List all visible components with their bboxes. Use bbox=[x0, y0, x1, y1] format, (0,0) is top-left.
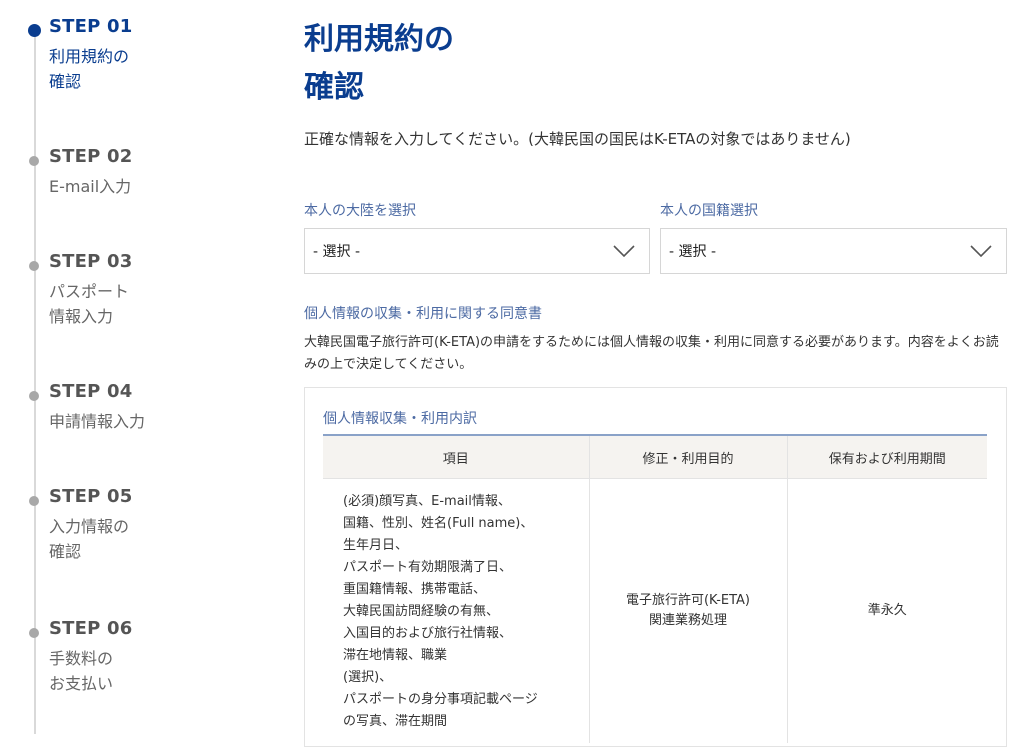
table-header-row: 項目 修正・利用目的 保有および利用期間 bbox=[323, 435, 987, 479]
step-title-line: お支払い bbox=[49, 674, 114, 693]
period-cell: 準永久 bbox=[867, 603, 907, 618]
item-line: 入国目的および旅行社情報、 bbox=[343, 626, 513, 641]
item-line: 重国籍情報、携帯電話、 bbox=[343, 582, 487, 597]
page-title-line: 確認 bbox=[304, 70, 364, 105]
item-line: (必須)顔写真、E-mail情報、 bbox=[343, 494, 511, 509]
page-title: 利用規約の 確認 bbox=[304, 16, 454, 112]
step-title: 手数料の お支払い bbox=[49, 646, 259, 696]
step-title: 利用規約の 確認 bbox=[49, 44, 259, 94]
consent-box-title: 個人情報収集・利用内訳 bbox=[323, 411, 477, 427]
step-number: STEP 04 bbox=[49, 381, 133, 402]
item-line: 生年月日、 bbox=[343, 538, 409, 553]
continent-label: 本人の大陸を選択 bbox=[304, 203, 416, 219]
page-description: 正確な情報を入力してください。(大韓民国の国民はK-ETAの対象ではありません) bbox=[304, 130, 851, 148]
header-period: 保有および利用期間 bbox=[787, 435, 987, 479]
consent-description: 大韓民国電子旅行許可(K-ETA)の申請をするためには個人情報の収集・利用に同意… bbox=[304, 335, 999, 372]
item-line: 滞在地情報、職業 bbox=[343, 648, 448, 663]
page-title-line: 利用規約の bbox=[304, 22, 454, 57]
step-dot-icon bbox=[29, 628, 39, 638]
chevron-down-icon bbox=[613, 245, 635, 257]
step-number: STEP 05 bbox=[49, 486, 133, 507]
step-title-line: 入力情報の bbox=[49, 517, 130, 536]
step-dot-icon bbox=[28, 24, 41, 37]
table-row: (必須)顔写真、E-mail情報、 国籍、性別、姓名(Full name)、 生… bbox=[323, 478, 987, 743]
item-line: 国籍、性別、姓名(Full name)、 bbox=[343, 516, 534, 531]
step-title-line: 情報入力 bbox=[49, 307, 114, 326]
item-line: の写真、滞在期間 bbox=[343, 714, 448, 729]
step-title: パスポート 情報入力 bbox=[49, 279, 259, 329]
nationality-select-value: - 選択 - bbox=[669, 244, 717, 260]
step-sidebar: STEP 01 利用規約の 確認 STEP 02 E-mail入力 STEP 0… bbox=[0, 0, 270, 734]
step-number: STEP 01 bbox=[49, 16, 133, 37]
step-title-line: 確認 bbox=[49, 542, 82, 561]
step-title-line: パスポート bbox=[49, 282, 130, 301]
item-line: パスポート有効期限満了日、 bbox=[343, 560, 513, 575]
step-dot-icon bbox=[29, 261, 39, 271]
step-title-line: 手数料の bbox=[49, 649, 114, 668]
consent-detail-box[interactable]: 個人情報収集・利用内訳 項目 修正・利用目的 保有および利用期間 (必須)顔写真… bbox=[304, 387, 1007, 747]
item-line: (選択)、 bbox=[343, 670, 393, 685]
nationality-label: 本人の国籍選択 bbox=[660, 203, 758, 219]
step-title: 申請情報入力 bbox=[49, 409, 259, 434]
consent-table: 項目 修正・利用目的 保有および利用期間 (必須)顔写真、E-mail情報、 国… bbox=[323, 434, 987, 743]
step-number: STEP 03 bbox=[49, 251, 133, 272]
nationality-select[interactable]: - 選択 - bbox=[660, 228, 1007, 274]
continent-select-value: - 選択 - bbox=[313, 244, 361, 260]
step-title-line: 利用規約の bbox=[49, 47, 130, 66]
step-title-line: 確認 bbox=[49, 72, 82, 91]
item-line: パスポートの身分事項記載ページ bbox=[343, 692, 538, 707]
header-items: 項目 bbox=[323, 435, 590, 479]
item-line: 大韓民国訪問経験の有無、 bbox=[343, 604, 500, 619]
consent-section-title: 個人情報の収集・利用に関する同意書 bbox=[304, 306, 542, 322]
header-purpose: 修正・利用目的 bbox=[589, 435, 788, 479]
step-title-line: 申請情報入力 bbox=[49, 412, 146, 431]
purpose-cell: 電子旅行許可(K-ETA) 関連業務処理 bbox=[589, 478, 788, 743]
continent-select[interactable]: - 選択 - bbox=[304, 228, 650, 274]
step-number: STEP 06 bbox=[49, 618, 133, 639]
step-number: STEP 02 bbox=[49, 146, 133, 167]
step-title: 入力情報の 確認 bbox=[49, 514, 259, 564]
step-title-line: E-mail入力 bbox=[49, 177, 132, 196]
chevron-down-icon bbox=[970, 245, 992, 257]
step-dot-icon bbox=[29, 156, 39, 166]
items-cell: (必須)顔写真、E-mail情報、 国籍、性別、姓名(Full name)、 生… bbox=[323, 478, 590, 743]
step-dot-icon bbox=[29, 391, 39, 401]
step-title: E-mail入力 bbox=[49, 174, 259, 199]
purpose-line: 関連業務処理 bbox=[648, 613, 727, 628]
purpose-line: 電子旅行許可(K-ETA) bbox=[625, 593, 751, 608]
step-dot-icon bbox=[29, 496, 39, 506]
